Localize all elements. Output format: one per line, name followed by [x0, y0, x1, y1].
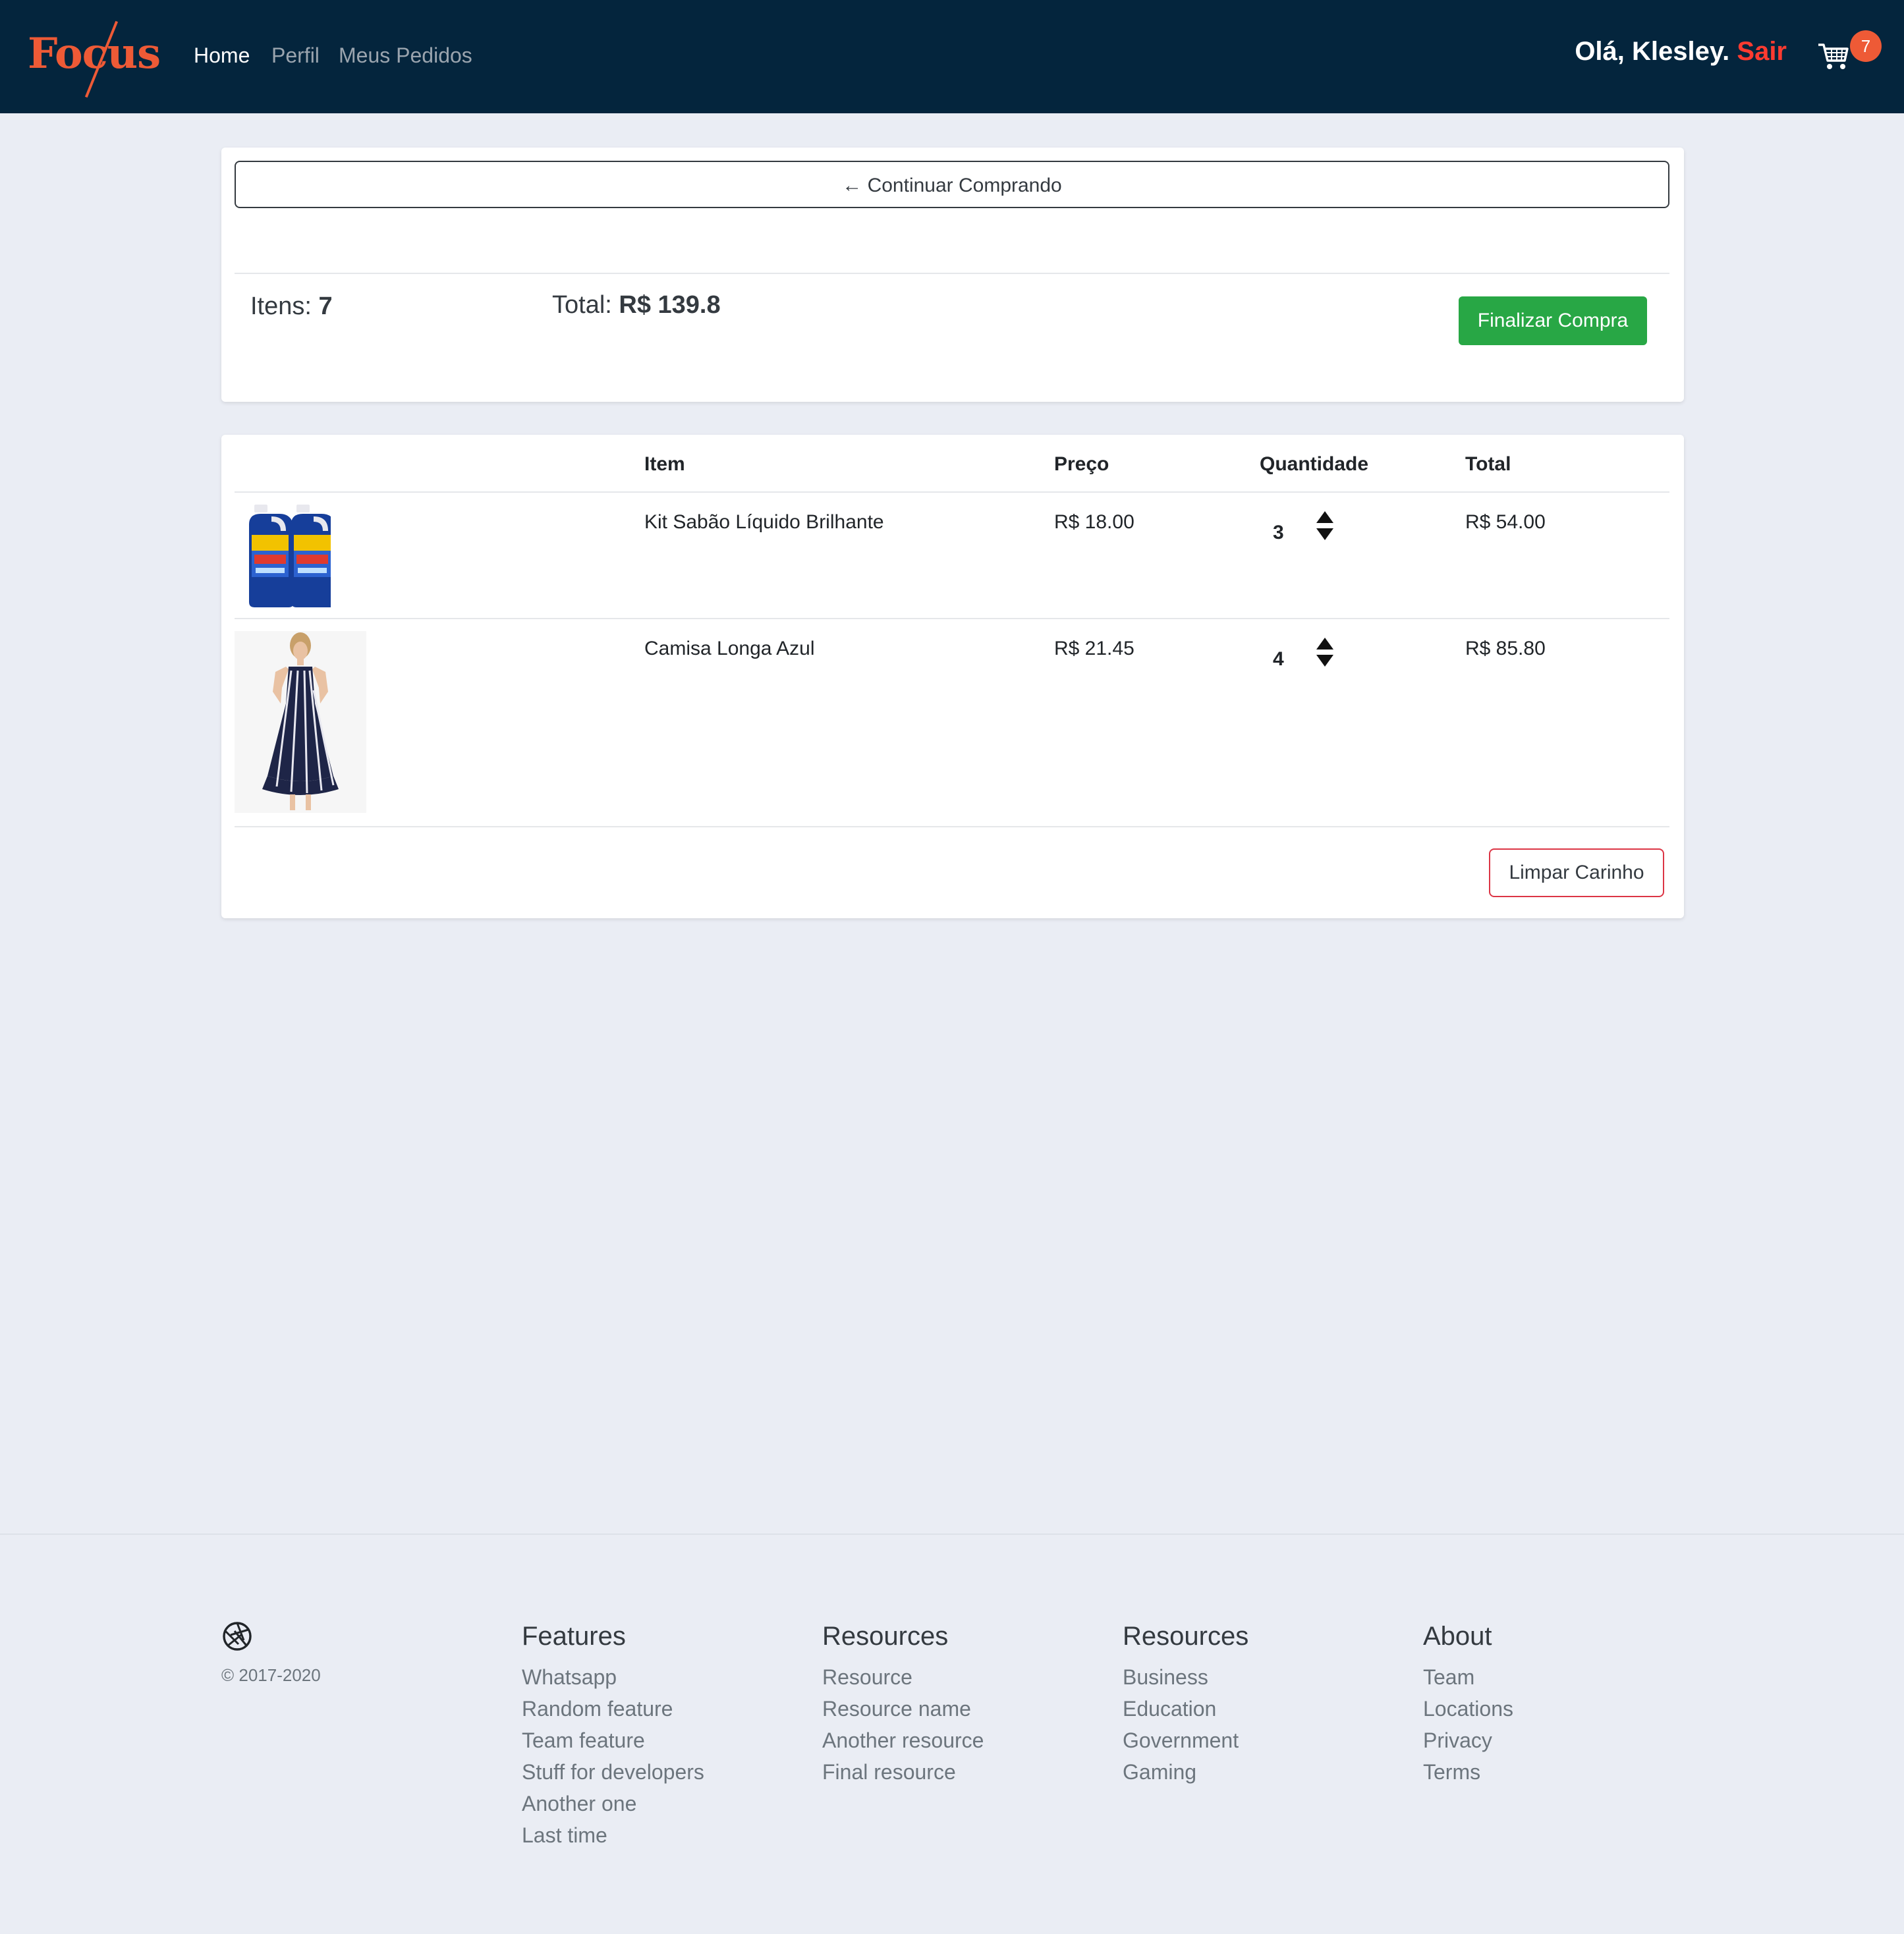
footer-link[interactable]: Resource name: [822, 1693, 984, 1725]
footer-link[interactable]: Team feature: [522, 1725, 704, 1756]
footer-link[interactable]: Whatsapp: [522, 1661, 704, 1693]
header-total: Total: [1465, 453, 1511, 475]
footer-link[interactable]: Terms: [1423, 1756, 1513, 1788]
quantity-stepper-icon[interactable]: [1315, 636, 1335, 669]
footer-column-resources: Resources Resource Resource name Another…: [822, 1620, 984, 1788]
footer-column-features: Features Whatsapp Random feature Team fe…: [522, 1620, 704, 1851]
product-image-dress: [235, 631, 366, 813]
footer-heading: About: [1423, 1622, 1492, 1651]
footer-column-resources-2: Resources Business Education Government …: [1123, 1620, 1248, 1788]
footer-column-about: About Team Locations Privacy Terms: [1423, 1620, 1513, 1788]
nav-link-perfil[interactable]: Perfil: [271, 43, 320, 68]
row-price: R$ 18.00: [1054, 511, 1134, 533]
total-label: Total:: [552, 291, 612, 319]
aperture-icon[interactable]: [221, 1620, 253, 1652]
footer-link[interactable]: Gaming: [1123, 1756, 1248, 1788]
footer-heading: Resources: [1123, 1622, 1249, 1651]
checkout-button[interactable]: Finalizar Compra: [1459, 296, 1647, 345]
row-divider: [235, 826, 1669, 827]
header-item: Item: [644, 453, 685, 475]
nav-link-meus-pedidos[interactable]: Meus Pedidos: [339, 43, 472, 68]
logout-link[interactable]: Sair: [1737, 37, 1787, 66]
footer-divider: [0, 1533, 1904, 1535]
footer-link[interactable]: Final resource: [822, 1756, 984, 1788]
footer-link[interactable]: Privacy: [1423, 1725, 1513, 1756]
row-item-name: Camisa Longa Azul: [644, 638, 815, 659]
footer-heading: Resources: [822, 1622, 949, 1651]
row-total: R$ 54.00: [1465, 511, 1546, 533]
items-label: Itens:: [250, 292, 312, 320]
footer-link[interactable]: Resource: [822, 1661, 984, 1693]
footer-link[interactable]: Random feature: [522, 1693, 704, 1725]
cart-total: Total: R$ 139.8: [552, 291, 721, 319]
user-greeting: Olá, Klesley. Sair: [1575, 37, 1787, 67]
navbar: Focus Home Perfil Meus Pedidos Olá, Kles…: [0, 0, 1904, 113]
header-quantity: Quantidade: [1260, 453, 1369, 475]
greeting-text: Olá, Klesley.: [1575, 37, 1730, 66]
footer-link[interactable]: Team: [1423, 1661, 1513, 1693]
cart-summary-card: ← Continuar Comprando Itens: 7 Total: R$…: [221, 148, 1684, 402]
brand-logo-text: Focus: [28, 29, 161, 78]
clear-cart-button[interactable]: Limpar Carinho: [1489, 848, 1664, 897]
shopping-cart-icon[interactable]: [1817, 40, 1850, 72]
total-value: R$ 139.8: [619, 291, 721, 319]
quantity-stepper-icon[interactable]: [1315, 510, 1335, 543]
row-quantity: 4: [1273, 648, 1284, 670]
product-image-detergent: [249, 505, 331, 607]
summary-divider: [235, 273, 1669, 274]
footer-heading: Features: [522, 1622, 626, 1651]
items-value: 7: [318, 292, 333, 320]
cart-table-card: Item Preço Quantidade Total Kit Sabão Lí…: [221, 435, 1684, 918]
continue-shopping-button[interactable]: ← Continuar Comprando: [235, 161, 1669, 208]
row-price: R$ 21.45: [1054, 638, 1134, 659]
row-total: R$ 85.80: [1465, 638, 1546, 659]
footer-link[interactable]: Government: [1123, 1725, 1248, 1756]
row-item-name: Kit Sabão Líquido Brilhante: [644, 511, 884, 533]
items-count: Itens: 7: [250, 292, 333, 321]
footer-link[interactable]: Another resource: [822, 1725, 984, 1756]
header-price: Preço: [1054, 453, 1109, 475]
cart-count-badge: 7: [1850, 30, 1882, 62]
footer-link[interactable]: Education: [1123, 1693, 1248, 1725]
footer-link[interactable]: Another one: [522, 1788, 704, 1819]
footer-link[interactable]: Locations: [1423, 1693, 1513, 1725]
brand-logo[interactable]: Focus: [28, 20, 161, 98]
footer-link[interactable]: Stuff for developers: [522, 1756, 704, 1788]
row-quantity: 3: [1273, 522, 1284, 543]
footer-link[interactable]: Business: [1123, 1661, 1248, 1693]
copyright-text: © 2017-2020: [221, 1665, 321, 1685]
header-divider: [235, 491, 1669, 493]
footer-link[interactable]: Last time: [522, 1819, 704, 1851]
nav-link-home[interactable]: Home: [194, 43, 250, 68]
row-divider: [235, 618, 1669, 619]
